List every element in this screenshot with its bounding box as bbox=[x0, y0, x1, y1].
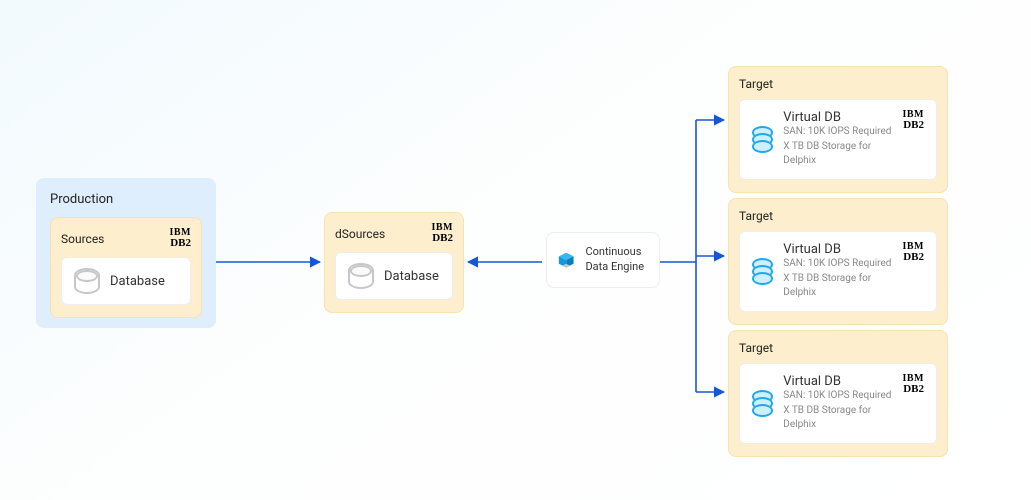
virtual-db-detail-1: SAN: 10K IOPS Required bbox=[783, 389, 894, 404]
ibm-db2-logo: IBMDB2 bbox=[903, 374, 925, 395]
engine-cube-icon bbox=[557, 243, 575, 277]
dsource-database-label: Database bbox=[384, 269, 439, 284]
target-card-3: Target Virtual DB SAN: 10K IOPS Required… bbox=[728, 330, 948, 457]
dsource-database-chip: Database bbox=[335, 252, 453, 300]
virtual-db-icon bbox=[752, 390, 773, 416]
continuous-data-engine-card: Continuous Data Engine bbox=[546, 232, 660, 288]
virtual-db-icon bbox=[752, 258, 773, 284]
database-icon bbox=[74, 268, 100, 294]
production-container: Production Sources IBMDB2 Database bbox=[36, 178, 216, 328]
database-icon bbox=[348, 263, 374, 289]
ibm-db2-logo: IBMDB2 bbox=[903, 110, 925, 131]
virtual-db-chip: Virtual DB SAN: 10K IOPS Required X TB D… bbox=[739, 231, 937, 312]
dsources-label: dSources bbox=[335, 227, 385, 241]
source-database-chip: Database bbox=[61, 257, 191, 305]
target-title: Target bbox=[739, 77, 937, 91]
target-card-2: Target Virtual DB SAN: 10K IOPS Required… bbox=[728, 198, 948, 325]
virtual-db-chip: Virtual DB SAN: 10K IOPS Required X TB D… bbox=[739, 363, 937, 444]
ibm-db2-logo: IBMDB2 bbox=[432, 223, 454, 244]
virtual-db-detail-1: SAN: 10K IOPS Required bbox=[783, 125, 894, 140]
virtual-db-detail-2: X TB DB Storage for Delphix bbox=[783, 272, 894, 301]
virtual-db-icon bbox=[752, 126, 773, 152]
ibm-db2-logo: IBMDB2 bbox=[903, 242, 925, 263]
sources-card: Sources IBMDB2 Database bbox=[50, 217, 202, 318]
sources-label: Sources bbox=[61, 232, 104, 246]
virtual-db-label: Virtual DB bbox=[783, 374, 894, 389]
source-database-label: Database bbox=[110, 274, 165, 289]
dsources-card: dSources IBMDB2 Database bbox=[324, 212, 464, 313]
ibm-db2-logo: IBMDB2 bbox=[170, 228, 192, 249]
virtual-db-detail-2: X TB DB Storage for Delphix bbox=[783, 140, 894, 169]
virtual-db-detail-1: SAN: 10K IOPS Required bbox=[783, 257, 894, 272]
virtual-db-label: Virtual DB bbox=[783, 242, 894, 257]
target-title: Target bbox=[739, 209, 937, 223]
virtual-db-label: Virtual DB bbox=[783, 110, 894, 125]
engine-label: Continuous Data Engine bbox=[585, 245, 649, 275]
target-title: Target bbox=[739, 341, 937, 355]
virtual-db-chip: Virtual DB SAN: 10K IOPS Required X TB D… bbox=[739, 99, 937, 180]
production-title: Production bbox=[50, 192, 202, 207]
virtual-db-detail-2: X TB DB Storage for Delphix bbox=[783, 404, 894, 433]
target-card-1: Target Virtual DB SAN: 10K IOPS Required… bbox=[728, 66, 948, 193]
